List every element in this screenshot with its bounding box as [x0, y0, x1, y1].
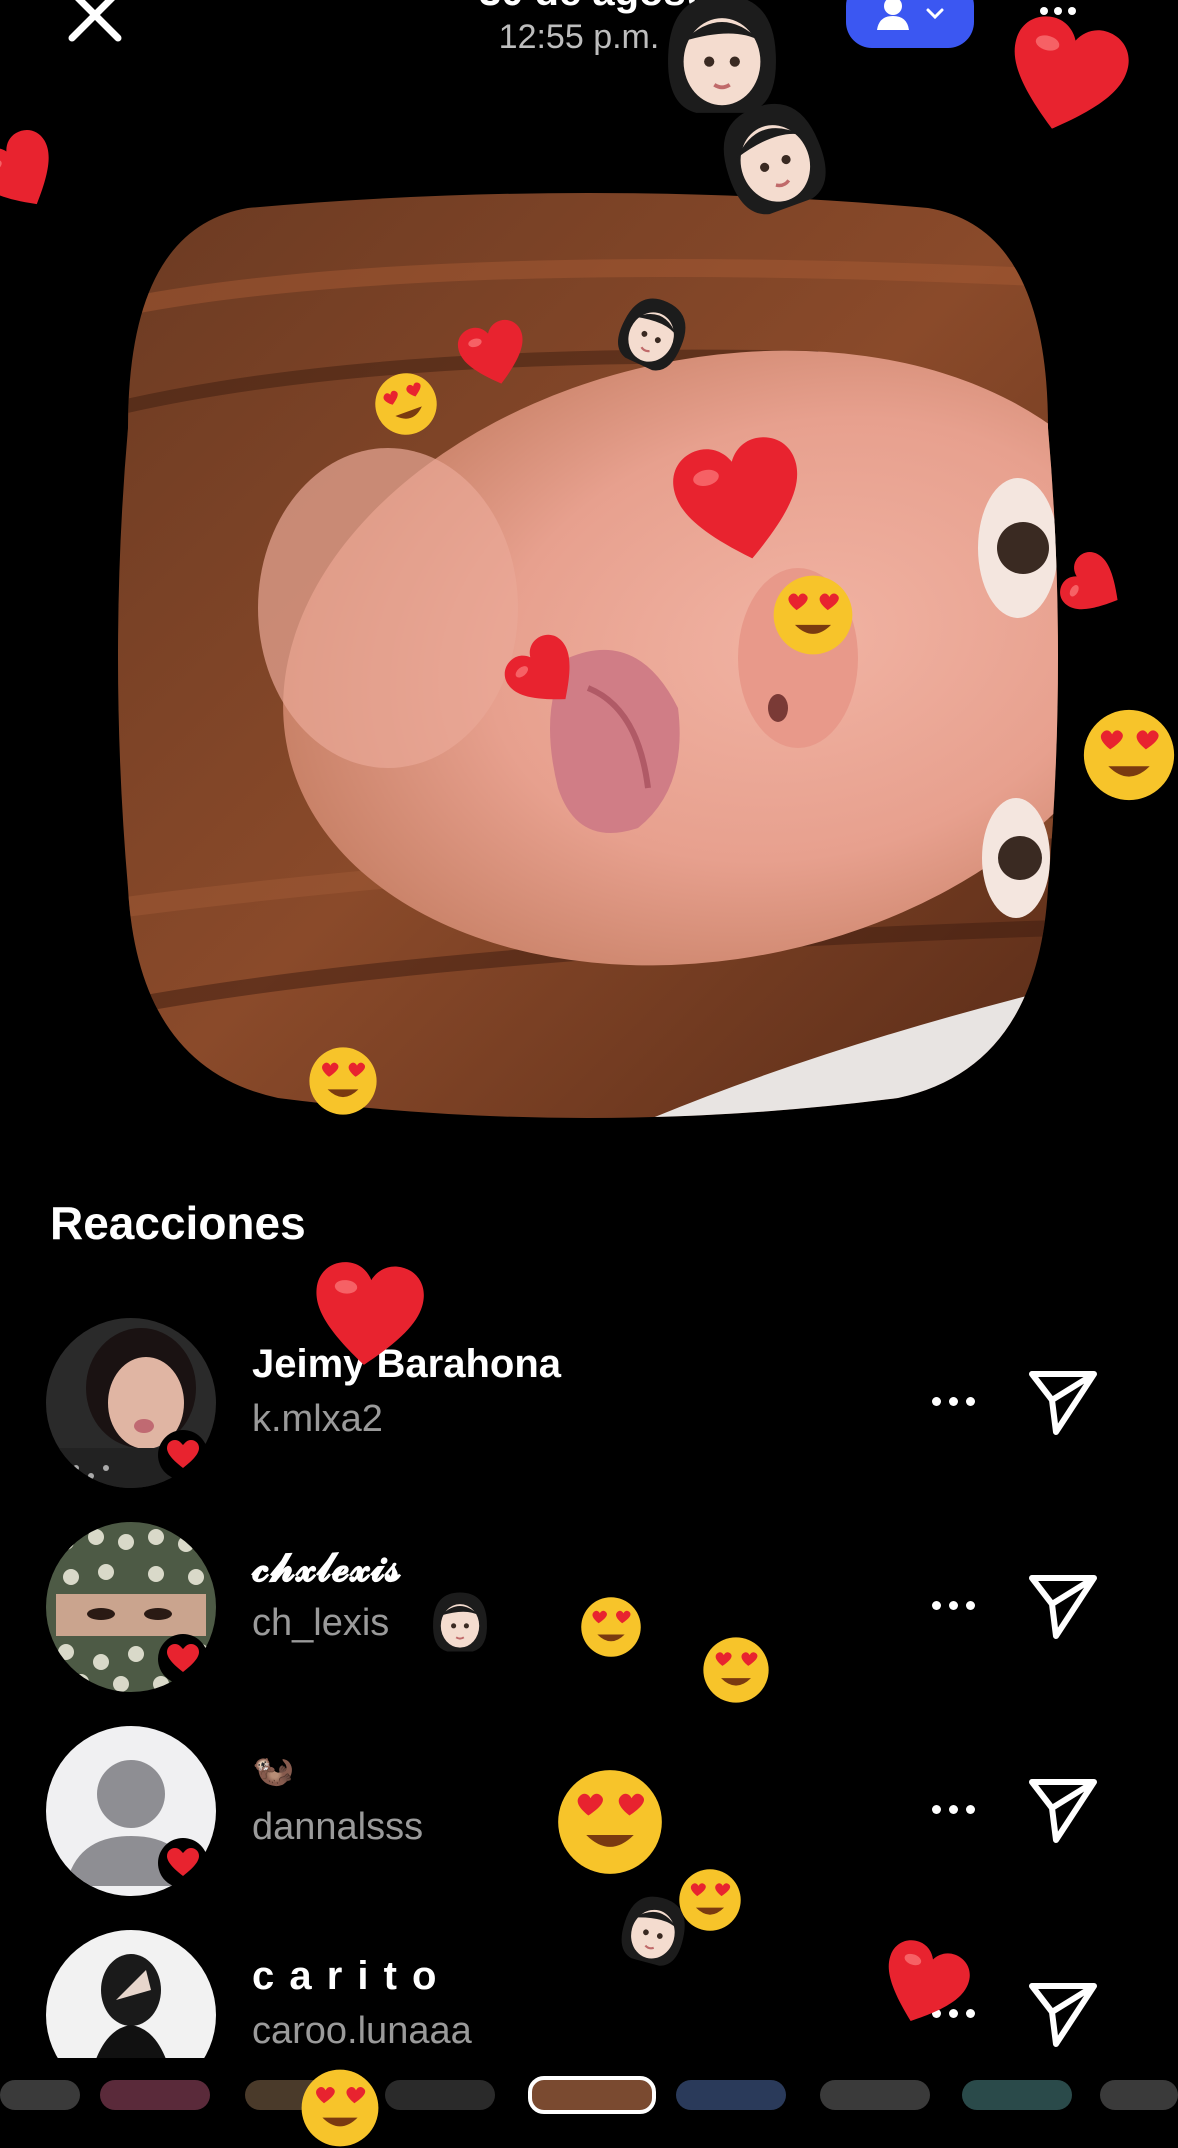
- row-more-button[interactable]: [932, 2006, 982, 2020]
- send-icon: [1029, 1983, 1097, 2047]
- heart-icon: [167, 1848, 199, 1876]
- story-thumbnail[interactable]: [0, 2080, 80, 2110]
- dot: [1068, 7, 1076, 15]
- send-button[interactable]: [1026, 1774, 1100, 1846]
- more-options-button[interactable]: [1040, 0, 1088, 22]
- reactor-username: dannalsss: [252, 1806, 424, 1848]
- send-icon: [1029, 1371, 1097, 1435]
- reactor-username: ch_lexis: [252, 1602, 390, 1644]
- send-icon: [1029, 1575, 1097, 1639]
- audience-button[interactable]: [846, 0, 974, 48]
- send-button[interactable]: [1026, 1978, 1100, 2050]
- reaction-badge: [158, 1838, 208, 1888]
- reaction-badge: [158, 1634, 208, 1684]
- chevron-down-icon: [926, 8, 944, 20]
- story-thumbnail[interactable]: [676, 2080, 786, 2110]
- story-thumbnail[interactable]: [820, 2080, 930, 2110]
- story-thumbnail[interactable]: [385, 2080, 495, 2110]
- heart-icon: [0, 122, 71, 224]
- reactor-username: k.mlxa2: [252, 1398, 383, 1440]
- reactor-name: 🦦: [252, 1751, 295, 1789]
- send-button[interactable]: [1026, 1570, 1100, 1642]
- row-more-button[interactable]: [932, 1802, 982, 1816]
- reaction-row[interactable]: 𝓬𝓱𝔁𝓵𝓮𝔁𝓲𝓼 ch_lexis: [0, 1522, 1178, 1692]
- story-thumbnail[interactable]: [245, 2080, 355, 2110]
- reaction-badge: [158, 1430, 208, 1480]
- reaction-row[interactable]: 🦦 dannalsss: [0, 1726, 1178, 1896]
- dot: [1040, 7, 1048, 15]
- row-more-button[interactable]: [932, 1598, 982, 1612]
- heart-icon: [167, 1440, 199, 1468]
- reactor-name: c a r i t o: [252, 1954, 439, 1998]
- story-thumbnail[interactable]: [100, 2080, 210, 2110]
- selfie-image: [118, 193, 1058, 1118]
- heart-eyes-icon: [1083, 709, 1175, 801]
- story-thumbnail[interactable]: [962, 2080, 1072, 2110]
- story-date: 30 de agost: [0, 0, 1178, 15]
- send-button[interactable]: [1026, 1366, 1100, 1438]
- heart-icon: [1054, 546, 1133, 626]
- reactions-heading: Reacciones: [50, 1197, 306, 1249]
- person-icon: [877, 0, 909, 30]
- reactor-name: Jeimy Barahona: [252, 1342, 562, 1386]
- reaction-row[interactable]: Jeimy Barahona k.mlxa2: [0, 1318, 1178, 1488]
- row-more-button[interactable]: [932, 1394, 982, 1408]
- reactor-username: caroo.lunaaa: [252, 2010, 472, 2052]
- story-thumbnail-selected[interactable]: [528, 2076, 656, 2114]
- story-time: 12:55 p.m.: [498, 18, 660, 56]
- send-icon: [1029, 1779, 1097, 1843]
- story-thumbnail[interactable]: [1100, 2080, 1178, 2110]
- heart-icon: [167, 1644, 199, 1672]
- story-photo[interactable]: [118, 188, 1058, 1124]
- reactor-name: 𝓬𝓱𝔁𝓵𝓮𝔁𝓲𝓼: [252, 1546, 402, 1590]
- dot: [1054, 7, 1062, 15]
